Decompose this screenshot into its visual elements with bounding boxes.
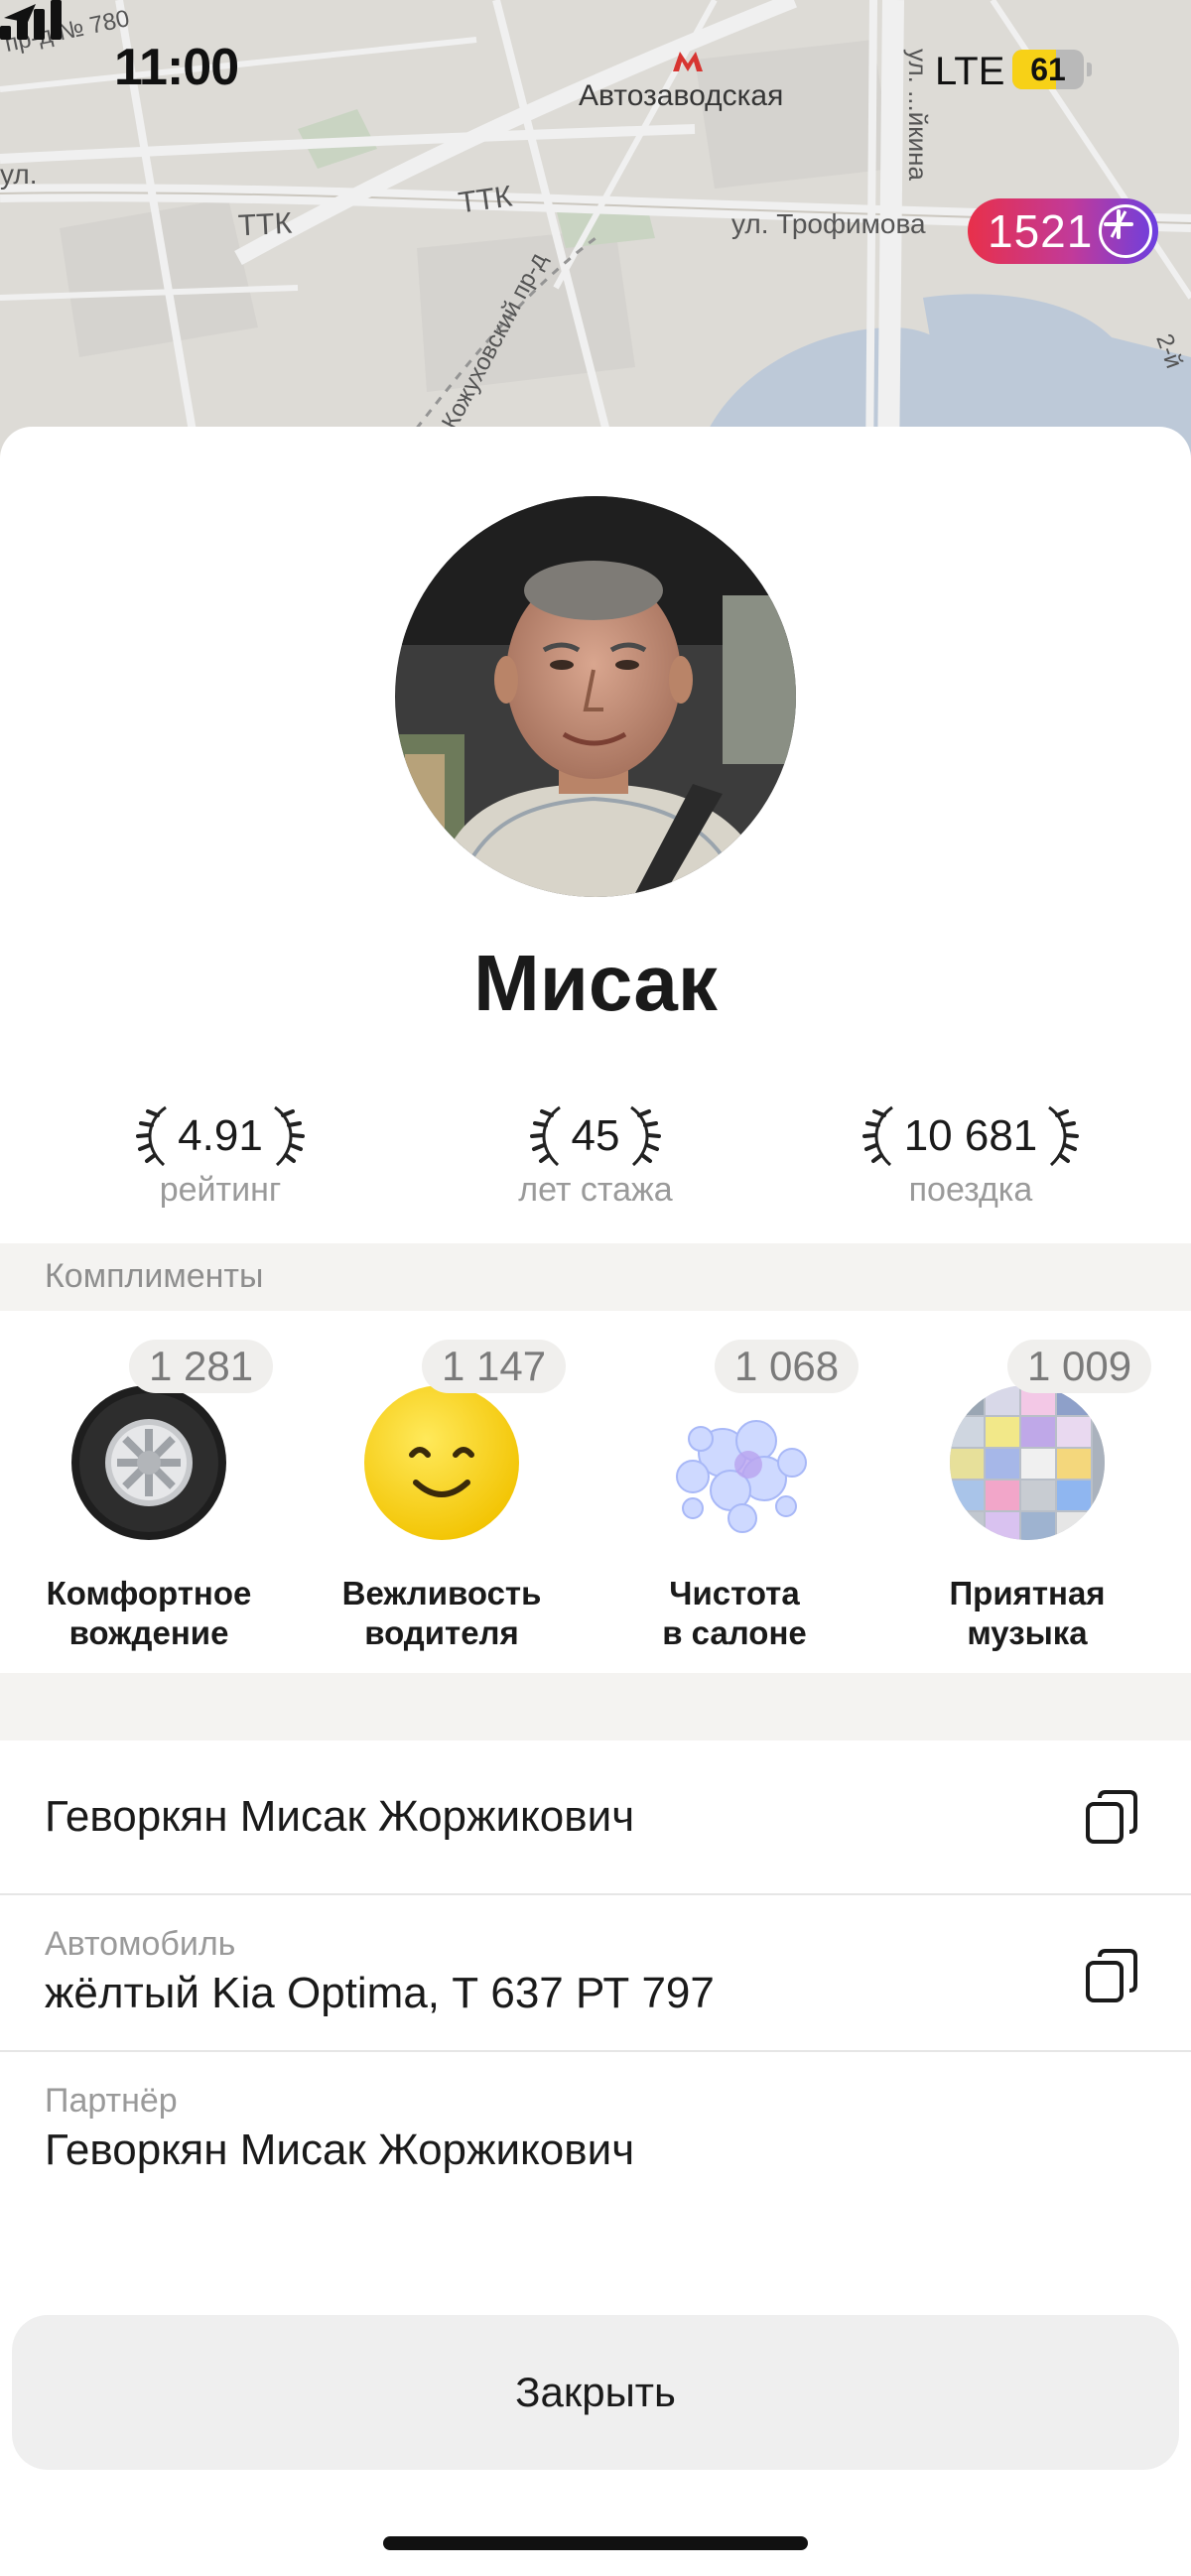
driver-full-name-row: Геворкян Мисак Жоржикович bbox=[0, 1740, 1191, 1893]
car-value: жёлтый Kia Optima, Т 637 РТ 797 bbox=[45, 1969, 715, 2017]
compliment-comfortable-driving[interactable]: 1 281 Комфортное вождение bbox=[0, 1340, 298, 1657]
compliment-nice-music[interactable]: 1 009 Приятная музыка bbox=[878, 1340, 1176, 1657]
plus-icon bbox=[1099, 204, 1152, 258]
stat-label: рейтинг bbox=[159, 1171, 282, 1209]
section-separator bbox=[0, 1673, 1191, 1740]
smile-icon bbox=[364, 1385, 519, 1540]
stat-rating: 4.91 рейтинг bbox=[71, 1101, 369, 1210]
stat-experience: 45 лет стажа bbox=[447, 1101, 744, 1210]
network-type: LTE bbox=[935, 50, 1005, 93]
driver-name: Мисак bbox=[473, 939, 718, 1027]
compliment-count: 1 281 bbox=[129, 1340, 274, 1393]
map-background[interactable]: пр-д № 780 ТТК ТТК ул. Трофимова ул. Кож… bbox=[0, 0, 1191, 466]
compliment-count: 1 147 bbox=[422, 1340, 567, 1393]
stat-value: 4.91 bbox=[178, 1111, 263, 1160]
driver-avatar bbox=[395, 496, 796, 897]
stat-trips: 10 681 поездка bbox=[822, 1101, 1120, 1210]
stat-label: лет стажа bbox=[518, 1171, 673, 1209]
partner-value: Геворкян Мисак Жоржикович bbox=[45, 2125, 635, 2174]
compliment-label: Приятная музыка bbox=[949, 1575, 1106, 1651]
disco-ball-icon bbox=[950, 1385, 1105, 1540]
laurel-left-icon bbox=[529, 1105, 561, 1167]
home-indicator[interactable] bbox=[383, 2536, 808, 2550]
compliment-count: 1 009 bbox=[1007, 1340, 1152, 1393]
car-caption: Автомобиль bbox=[45, 1925, 236, 1963]
close-button[interactable]: Закрыть bbox=[12, 2315, 1179, 2470]
driver-full-name: Геворкян Мисак Жоржикович bbox=[45, 1792, 635, 1841]
compliment-label: Чистота в салоне bbox=[662, 1575, 807, 1651]
compliment-polite-driver[interactable]: 1 147 Вежливость водителя bbox=[293, 1340, 591, 1657]
compliments-title: Комплименты bbox=[45, 1257, 264, 1295]
laurel-right-icon bbox=[630, 1105, 662, 1167]
partner-caption: Партнёр bbox=[45, 2082, 178, 2120]
driver-profile-sheet: Мисак 4.91 рейтинг 45 лет стажа 10 681 п… bbox=[0, 427, 1191, 2576]
compliment-count: 1 068 bbox=[715, 1340, 860, 1393]
laurel-left-icon bbox=[136, 1105, 168, 1167]
compliment-label: Вежливость водителя bbox=[341, 1575, 542, 1651]
plus-points-value: 1521 bbox=[988, 205, 1094, 257]
compliment-label: Комфортное вождение bbox=[46, 1575, 252, 1651]
copy-icon[interactable] bbox=[1082, 1947, 1141, 2006]
laurel-right-icon bbox=[273, 1105, 305, 1167]
stat-label: поездка bbox=[908, 1171, 1033, 1209]
battery-icon: 61 bbox=[1012, 50, 1092, 89]
stat-value: 10 681 bbox=[903, 1111, 1038, 1160]
plus-points-badge[interactable]: 1521 bbox=[968, 198, 1158, 264]
compliments-header: Комплименты bbox=[0, 1243, 1191, 1311]
compliment-clean-interior[interactable]: 1 068 Чистота в салоне bbox=[586, 1340, 883, 1657]
wheel-icon bbox=[71, 1385, 226, 1540]
stat-value: 45 bbox=[571, 1111, 620, 1160]
bubbles-icon bbox=[676, 1420, 807, 1533]
copy-icon[interactable] bbox=[1082, 1788, 1141, 1848]
battery-percent: 61 bbox=[1030, 52, 1066, 87]
laurel-right-icon bbox=[1048, 1105, 1080, 1167]
car-row: Автомобиль жёлтый Kia Optima, Т 637 РТ 7… bbox=[0, 1895, 1191, 2050]
cellular-signal-icon bbox=[0, 0, 62, 40]
status-time: 11:00 bbox=[114, 39, 239, 96]
partner-row: Партнёр Геворкян Мисак Жоржикович bbox=[0, 2052, 1191, 2207]
laurel-left-icon bbox=[861, 1105, 893, 1167]
